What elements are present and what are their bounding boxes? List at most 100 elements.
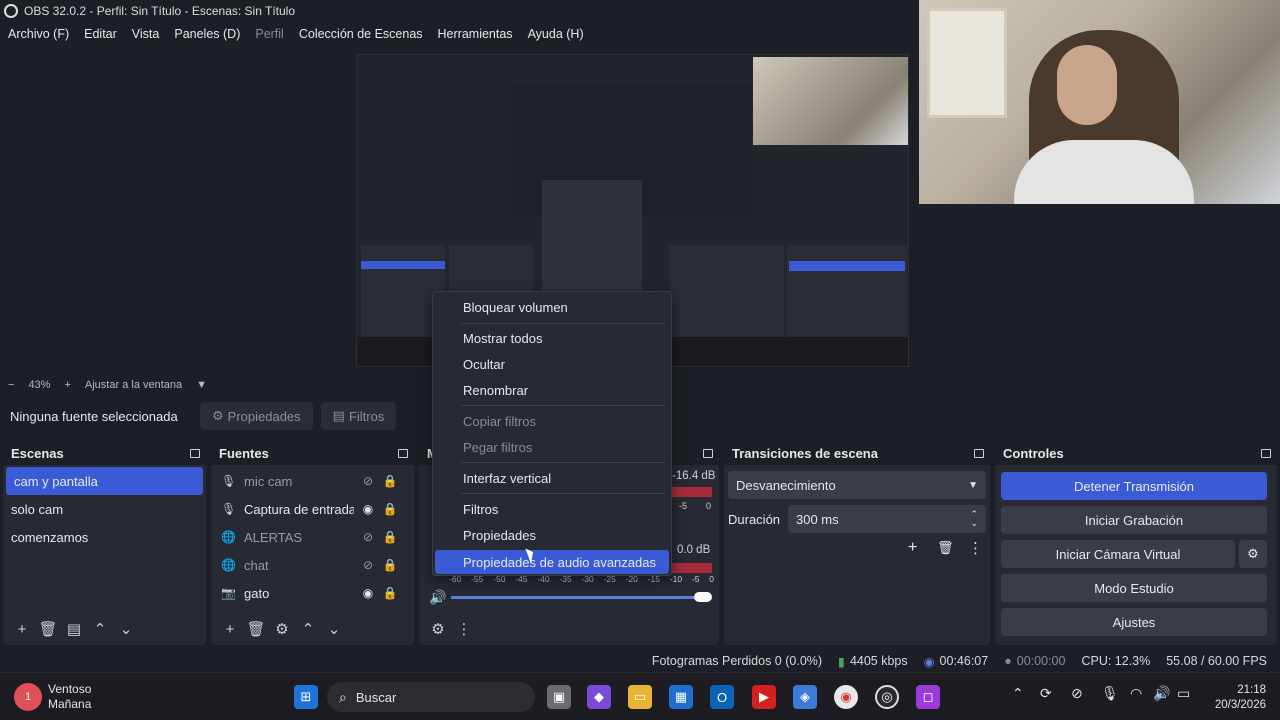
instagram-icon[interactable]: ◻ (916, 685, 940, 709)
menu-coleccion-escenas[interactable]: Colección de Escenas (291, 27, 430, 41)
gear-icon[interactable]: ⚙ (269, 620, 295, 638)
youtube-icon[interactable]: ▶ (752, 685, 776, 709)
menu-item-paste-filters: Pegar filtros (463, 439, 533, 455)
menu-ayuda[interactable]: Ayuda (H) (520, 27, 591, 41)
menu-editar[interactable]: Editar (76, 27, 124, 41)
menu-item-rename[interactable]: Renombrar (435, 378, 669, 402)
source-item[interactable]: 🎙 mic cam ⊘ 🔒 (211, 467, 414, 495)
file-explorer-icon[interactable]: ▭ (628, 685, 652, 709)
store-icon[interactable]: ▦ (669, 685, 693, 709)
windows-start-icon[interactable]: ⊞ (294, 685, 318, 709)
source-item[interactable]: 🎙 Captura de entrada ◉ 🔒 (211, 495, 414, 523)
battery-icon[interactable]: ▭ (1177, 685, 1190, 702)
spin-arrows-icon[interactable]: ⌃ ⌄ (970, 510, 978, 528)
stop-stream-button[interactable]: Detener Transmisión (1001, 472, 1267, 500)
zoom-in-button[interactable]: + (64, 379, 70, 391)
properties-button[interactable]: ⚙ Propiedades (200, 402, 313, 430)
studio-mode-button[interactable]: Modo Estudio (1001, 574, 1267, 602)
menu-vista[interactable]: Vista (124, 27, 167, 41)
outlook-icon[interactable]: O (710, 685, 734, 709)
scene-item[interactable]: cam y pantalla (6, 467, 203, 495)
menu-item-lock-volume[interactable]: Bloquear volumen (435, 295, 669, 319)
search-icon: ⌕ (339, 688, 347, 705)
photos-icon[interactable]: ◈ (793, 685, 817, 709)
menu-perfil[interactable]: Perfil (247, 27, 290, 41)
duration-spinbox[interactable]: 300 ms ⌃ ⌄ (788, 505, 986, 533)
source-item[interactable]: 🌐 ALERTAS ⊘ 🔒 (211, 523, 414, 551)
more-options-icon[interactable]: ⋮ (451, 620, 477, 638)
chevron-down-icon[interactable]: ▼ (196, 379, 207, 391)
filters-button[interactable]: ▤ Filtros (320, 402, 397, 430)
system-clock[interactable]: 21:18 20/3/2026 (1215, 683, 1266, 713)
taskbar-search[interactable]: ⌕ Buscar (327, 682, 535, 712)
menu-archivo[interactable]: Archivo (F) (0, 27, 76, 41)
source-name: gato (244, 585, 270, 601)
volume-icon[interactable]: 🔊 (1153, 685, 1170, 702)
transition-type-select[interactable]: Desvanecimiento ▼ (728, 471, 986, 499)
source-item[interactable]: 🌐 chat ⊘ 🔒 (211, 551, 414, 579)
mixer-settings-icon[interactable]: ⚙ (425, 620, 451, 638)
sync-icon[interactable]: ⟳ (1040, 685, 1052, 702)
menu-item-filters[interactable]: Filtros (435, 497, 669, 521)
scene-item[interactable]: comenzamos (3, 523, 206, 551)
task-view-icon[interactable]: ▣ (547, 685, 571, 709)
chevron-down-icon[interactable]: ⌄ (113, 620, 139, 638)
add-icon[interactable]: + (217, 621, 243, 638)
undock-icon[interactable] (190, 448, 200, 458)
fit-window-select[interactable]: Ajustar a la ventana (85, 379, 182, 391)
undock-icon[interactable] (398, 448, 408, 458)
microphone-icon[interactable]: 🎙 (1101, 685, 1119, 702)
chevron-up-icon[interactable]: ⌃ (1012, 685, 1024, 702)
weather-widget[interactable]: 1 Ventoso Mañana (14, 682, 91, 712)
lock-icon[interactable]: 🔒 (382, 558, 398, 572)
source-item[interactable]: 📷 gato ◉ 🔒 (211, 579, 414, 607)
lock-icon[interactable]: 🔒 (382, 530, 398, 544)
undock-icon[interactable] (974, 448, 984, 458)
menu-item-advanced-audio[interactable]: Propiedades de audio avanzadas (435, 550, 669, 574)
zoom-out-button[interactable]: − (8, 379, 14, 391)
eye-icon[interactable]: ◉ (360, 586, 376, 600)
start-recording-button[interactable]: Iniciar Grabación (1001, 506, 1267, 534)
weather-title: Ventoso (48, 682, 92, 696)
menu-herramientas[interactable]: Herramientas (430, 27, 520, 41)
volume-slider-handle[interactable] (694, 592, 712, 602)
add-icon[interactable]: + (908, 539, 917, 557)
settings-button[interactable]: Ajustes (1001, 608, 1267, 636)
undock-icon[interactable] (703, 448, 713, 458)
wifi-icon[interactable]: ◠ (1130, 685, 1142, 702)
record-icon: ● (1004, 654, 1012, 668)
camera-off-icon[interactable]: ⊘ (1071, 685, 1083, 702)
lock-icon[interactable]: 🔒 (382, 586, 398, 600)
virtual-camera-settings-button[interactable]: ⚙ (1239, 540, 1267, 568)
virtual-camera-button[interactable]: Iniciar Cámara Virtual (1001, 540, 1235, 568)
add-icon[interactable]: + (9, 621, 35, 638)
chrome-icon[interactable]: ◉ (834, 685, 858, 709)
lock-icon[interactable]: 🔒 (382, 474, 398, 488)
eye-hidden-icon[interactable]: ⊘ (360, 474, 376, 488)
copilot-icon[interactable]: ◆ (587, 685, 611, 709)
menu-paneles[interactable]: Paneles (D) (166, 27, 247, 41)
speaker-icon[interactable]: 🔊 (429, 589, 446, 606)
lock-icon[interactable]: 🔒 (382, 502, 398, 516)
eye-icon[interactable]: ◉ (360, 502, 376, 516)
scenes-header: Escenas (3, 441, 206, 465)
eye-hidden-icon[interactable]: ⊘ (360, 530, 376, 544)
menu-item-properties[interactable]: Propiedades (435, 523, 669, 547)
scene-item[interactable]: solo cam (3, 495, 206, 523)
menu-item-show-all[interactable]: Mostrar todos (435, 326, 669, 350)
chevron-down-icon[interactable]: ⌄ (321, 620, 347, 638)
filter-icon[interactable]: ▤ (61, 620, 87, 638)
menu-item-vertical-layout[interactable]: Interfaz vertical (435, 466, 669, 490)
volume-slider[interactable] (451, 596, 711, 599)
menu-item-hide[interactable]: Ocultar (435, 352, 669, 376)
obs-icon[interactable]: ◎ (875, 685, 899, 709)
chevron-up-icon[interactable]: ⌃ (295, 620, 321, 638)
gear-icon: ⚙ (1247, 546, 1259, 561)
trash-icon[interactable]: 🗑 (35, 620, 61, 638)
eye-hidden-icon[interactable]: ⊘ (360, 558, 376, 572)
trash-icon[interactable]: 🗑 (937, 540, 954, 556)
more-options-icon[interactable]: ⋮ (968, 539, 983, 557)
trash-icon[interactable]: 🗑 (243, 620, 269, 638)
undock-icon[interactable] (1261, 448, 1271, 458)
chevron-up-icon[interactable]: ⌃ (87, 620, 113, 638)
